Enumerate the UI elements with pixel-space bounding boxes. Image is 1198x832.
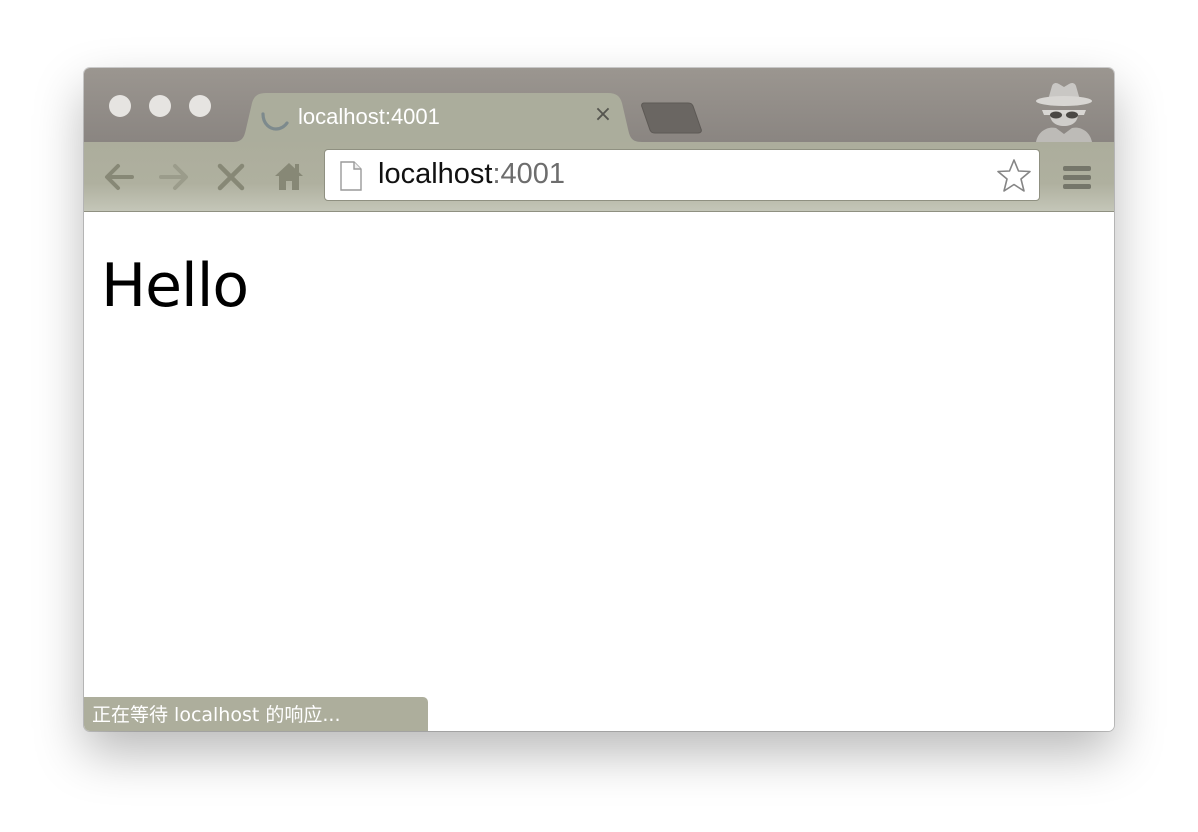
back-arrow-icon[interactable] [100, 158, 138, 196]
tab-title: localhost:4001 [298, 104, 440, 129]
zoom-window-button[interactable] [189, 95, 211, 117]
toolbar: localhost:4001 [84, 142, 1114, 212]
forward-arrow-icon[interactable] [155, 158, 193, 196]
hamburger-menu-icon[interactable] [1058, 158, 1096, 196]
home-icon[interactable] [270, 158, 308, 196]
minimize-window-button[interactable] [149, 95, 171, 117]
url-text[interactable]: localhost:4001 [378, 158, 565, 191]
browser-window: localhost:4001 × localhost:4001 Hello 正在… [84, 68, 1114, 731]
new-tab-button[interactable] [638, 100, 704, 134]
tab-close-button[interactable]: × [589, 101, 617, 129]
star-icon[interactable] [995, 157, 1033, 195]
stop-icon[interactable] [212, 158, 250, 196]
address-bar[interactable]: localhost:4001 [324, 149, 1040, 201]
title-bar: localhost:4001 × [84, 68, 1114, 142]
page-heading: Hello [101, 251, 249, 321]
url-host: localhost [378, 158, 493, 190]
url-port: :4001 [492, 158, 566, 190]
page-icon [340, 161, 362, 191]
incognito-icon [1036, 82, 1092, 142]
active-tab[interactable]: localhost:4001 × [232, 93, 642, 142]
page-content: Hello 正在等待 localhost 的响应... [84, 212, 1114, 731]
close-window-button[interactable] [109, 95, 131, 117]
status-bubble: 正在等待 localhost 的响应... [84, 697, 428, 731]
loading-spinner-icon [261, 112, 289, 131]
